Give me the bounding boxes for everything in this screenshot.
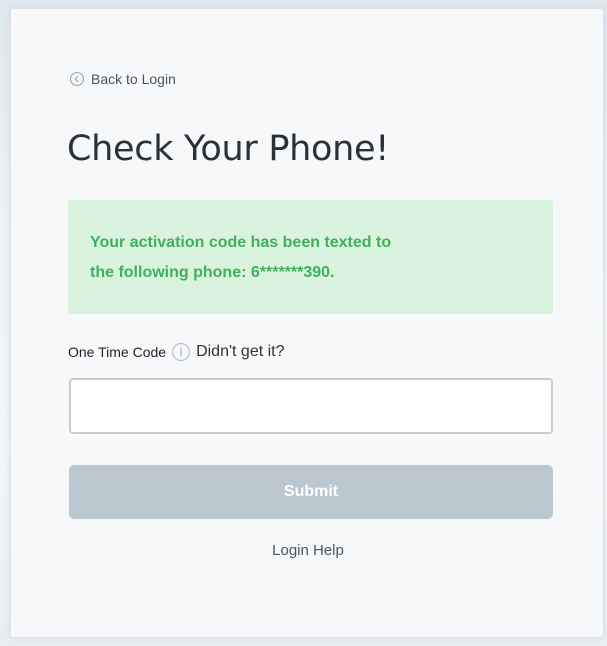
back-to-login-label: Back to Login (91, 71, 176, 87)
didnt-get-it-link[interactable]: Didn't get it? (196, 343, 284, 361)
login-help-link[interactable]: Login Help (11, 542, 605, 559)
otp-label: One Time Code (68, 344, 167, 360)
success-alert: Your activation code has been texted to … (68, 200, 553, 314)
alert-line-2: the following phone: 6*******390. (90, 264, 335, 281)
one-time-code-input[interactable] (69, 378, 553, 434)
submit-button[interactable]: Submit (69, 465, 553, 519)
chevron-left-circle-icon (69, 71, 85, 87)
page-title: Check Your Phone! (67, 129, 389, 169)
login-card: Back to Login Check Your Phone! Your act… (10, 8, 604, 638)
back-to-login-link[interactable]: Back to Login (69, 71, 176, 87)
otp-label-row: One Time Code Didn't get it? (68, 342, 285, 362)
alert-line-1: Your activation code has been texted to (90, 234, 392, 251)
info-circle-icon[interactable] (171, 342, 191, 362)
